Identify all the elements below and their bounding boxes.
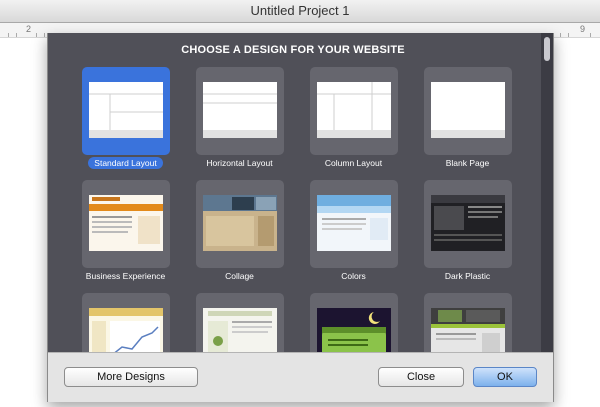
design-tile[interactable] — [310, 293, 398, 352]
ruler-mark-left: 2 — [26, 24, 32, 34]
design-tile[interactable] — [196, 293, 284, 352]
blank-page-thumbnail — [431, 82, 505, 138]
window-title: Untitled Project 1 — [250, 3, 350, 18]
design-chooser-sheet: CHOOSE A DESIGN FOR YOUR WEBSITE Standar… — [47, 33, 554, 402]
design-tile[interactable] — [82, 293, 170, 352]
design-label: Blank Page — [445, 158, 490, 168]
design-grid[interactable]: CHOOSE A DESIGN FOR YOUR WEBSITE Standar… — [48, 33, 553, 352]
design-tile[interactable] — [424, 293, 512, 352]
design-label: Dark Plastic — [444, 271, 491, 281]
sheet-button-bar: More Designs Close OK — [48, 352, 553, 402]
window-titlebar[interactable]: Untitled Project 1 — [0, 0, 600, 23]
design-standard-layout[interactable]: Standard Layout — [68, 67, 183, 175]
design-label: Collage — [225, 271, 254, 281]
ruler-mark-right: 9 — [580, 24, 586, 34]
horizontal-layout-thumbnail — [203, 82, 277, 138]
design-tile[interactable] — [196, 180, 284, 268]
design-label: Horizontal Layout — [206, 158, 273, 168]
design-label: Column Layout — [324, 158, 383, 168]
design-tile[interactable] — [196, 67, 284, 155]
design-thumbnail-row3-4[interactable] — [410, 293, 525, 352]
design-tile[interactable] — [424, 180, 512, 268]
collage-thumbnail — [203, 195, 277, 251]
design-business-experience[interactable]: Business Experience — [68, 180, 183, 288]
close-button[interactable]: Close — [378, 367, 464, 387]
more-designs-button[interactable]: More Designs — [64, 367, 198, 387]
design-label: Standard Layout — [88, 157, 163, 169]
modern-design-thumbnail — [431, 308, 505, 352]
design-thumbnail-row3-3[interactable] — [296, 293, 411, 352]
chooser-heading: CHOOSE A DESIGN FOR YOUR WEBSITE — [181, 44, 405, 56]
design-blank-page[interactable]: Blank Page — [410, 67, 525, 175]
ok-button[interactable]: OK — [473, 367, 537, 387]
dark-plastic-thumbnail — [431, 195, 505, 251]
green-design-thumbnail — [203, 308, 277, 352]
business-experience-thumbnail — [89, 195, 163, 251]
design-label: Colors — [341, 271, 366, 281]
design-thumbnail-row3-2[interactable] — [182, 293, 297, 352]
standard-layout-thumbnail — [89, 82, 163, 138]
design-colors[interactable]: Colors — [296, 180, 411, 288]
chooser-scrollbar[interactable] — [541, 33, 553, 352]
design-column-layout[interactable]: Column Layout — [296, 67, 411, 175]
scrollbar-thumb[interactable] — [544, 37, 550, 61]
design-horizontal-layout[interactable]: Horizontal Layout — [182, 67, 297, 175]
financial-design-thumbnail — [89, 308, 163, 352]
design-label: Business Experience — [85, 271, 166, 281]
design-thumbnail-row3-1[interactable] — [68, 293, 183, 352]
design-tile[interactable] — [82, 67, 170, 155]
design-tile[interactable] — [82, 180, 170, 268]
column-layout-thumbnail — [317, 82, 391, 138]
design-dark-plastic[interactable]: Dark Plastic — [410, 180, 525, 288]
design-tile[interactable] — [310, 180, 398, 268]
colors-thumbnail — [317, 195, 391, 251]
night-design-thumbnail — [317, 308, 391, 352]
design-tile[interactable] — [310, 67, 398, 155]
design-tile[interactable] — [424, 67, 512, 155]
design-collage[interactable]: Collage — [182, 180, 297, 288]
